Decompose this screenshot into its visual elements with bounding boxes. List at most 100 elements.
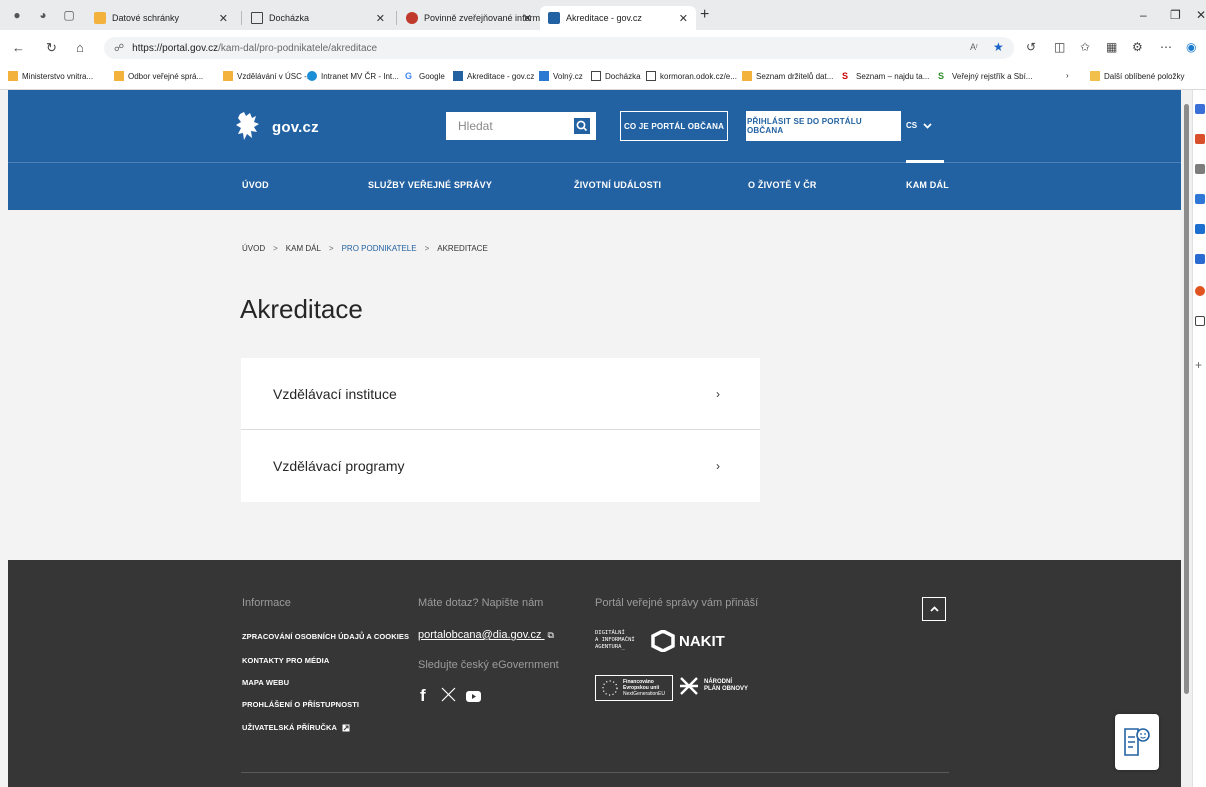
breadcrumb-link[interactable]: KAM DÁL — [286, 244, 321, 253]
favorite-link[interactable]: G Google — [405, 71, 445, 81]
back-icon[interactable]: ← — [12, 41, 25, 54]
new-tab-icon[interactable]: + — [700, 7, 709, 23]
close-tab-icon[interactable]: ✕ — [679, 12, 688, 25]
nav-item-zivotni-udalosti[interactable]: ŽIVOTNÍ UDÁLOSTI — [574, 180, 661, 190]
favorites-overflow-icon[interactable]: › — [1066, 71, 1069, 80]
dia-logo-line: DIGITÁLNÍ — [595, 630, 625, 636]
sidebar-app-icon[interactable] — [1195, 104, 1205, 114]
google-icon: G — [405, 71, 413, 81]
collections-icon[interactable]: ▦ — [1106, 40, 1117, 54]
nav-item-o-zivote[interactable]: O ŽIVOTĚ V ČR — [748, 180, 817, 190]
reload-icon[interactable]: ↻ — [46, 41, 57, 54]
footer-link-media[interactable]: KONTAKTY PRO MÉDIA — [242, 656, 329, 665]
gov-lion-icon — [453, 71, 463, 81]
browser-tab[interactable]: Povinně zveřejňované informace | ✕ — [398, 6, 540, 30]
favorite-link[interactable]: Odbor veřejné sprá... — [114, 71, 203, 81]
minimize-icon[interactable]: – — [1140, 8, 1147, 22]
eu-funding-logo[interactable]: Financováno Evropskou unií NextGeneratio… — [595, 675, 673, 701]
favorite-link[interactable]: Seznam držitelů dat... — [742, 71, 833, 81]
copy-icon[interactable]: ⧉ — [548, 630, 554, 641]
favorite-link[interactable]: Ministerstvo vnitra... — [8, 71, 93, 81]
help-assistant-button[interactable] — [1115, 714, 1159, 770]
youtube-icon[interactable] — [466, 689, 481, 707]
facebook-icon[interactable]: f — [420, 686, 426, 706]
extensions-icon[interactable]: ⚙ — [1132, 40, 1143, 54]
x-twitter-icon[interactable] — [441, 687, 456, 707]
sidebar-app-icon[interactable] — [1195, 254, 1205, 264]
nakit-logo[interactable]: NAKIT — [651, 630, 725, 652]
browser-tab[interactable]: Datové schránky ✕ — [86, 6, 236, 30]
nav-item-kam-dal[interactable]: KAM DÁL — [906, 180, 949, 190]
favorite-link[interactable]: S Seznam – najdu ta... — [842, 71, 929, 81]
favorite-link[interactable]: Docházka — [591, 71, 641, 81]
sidebar-app-icon[interactable] — [1195, 316, 1205, 326]
copilot-icon[interactable]: ◉ — [1186, 40, 1196, 54]
list-item-vzdelavaci-instituce[interactable]: Vzdělávací instituce › — [241, 358, 760, 430]
more-icon[interactable]: ⋯ — [1160, 40, 1172, 54]
address-bar[interactable]: ☍ https://portal.gov.cz/kam-dal/pro-podn… — [104, 37, 1014, 59]
breadcrumb-link[interactable]: ÚVOD — [242, 244, 265, 253]
sidebar-app-icon[interactable] — [1195, 134, 1205, 144]
home-icon[interactable]: ⌂ — [76, 41, 84, 54]
favorite-link[interactable]: Intranet MV ČR - Int... — [307, 71, 399, 81]
browser-tab-label: Akreditace - gov.cz — [566, 13, 642, 23]
restore-icon[interactable]: ❐ — [1170, 8, 1181, 22]
sidebar-app-icon[interactable] — [1195, 194, 1205, 204]
nav-item-sluzby[interactable]: SLUŽBY VEŘEJNÉ SPRÁVY — [368, 180, 492, 190]
document-icon — [646, 71, 656, 81]
page-scrollbar[interactable] — [1181, 90, 1192, 787]
nakit-hexagon-icon — [651, 630, 675, 652]
list-item-label: Vzdělávací instituce — [273, 386, 397, 402]
close-tab-icon[interactable]: ✕ — [376, 12, 385, 25]
about-portal-button[interactable]: CO JE PORTÁL OBČANA — [620, 111, 728, 141]
search-button[interactable] — [569, 113, 595, 139]
search-input[interactable] — [447, 113, 569, 139]
scrollbar-thumb[interactable] — [1184, 104, 1189, 694]
sharepoint-icon — [307, 71, 317, 81]
tab-actions-icon[interactable]: ▢ — [62, 8, 76, 22]
sidebar-app-icon[interactable] — [1195, 164, 1205, 174]
dia-logo[interactable]: DIGITÁLNÍ A INFORMAČNÍ AGENTURA_ — [595, 630, 635, 651]
footer-link-manual[interactable]: UŽIVATELSKÁ PŘÍRUČKA — [242, 723, 350, 732]
mail-icon — [223, 71, 233, 81]
favorite-link[interactable]: Volný.cz — [539, 71, 583, 81]
mail-icon — [114, 71, 124, 81]
breadcrumb-link[interactable]: PRO PODNIKATELE — [342, 244, 417, 253]
back-to-top-button[interactable] — [922, 597, 946, 621]
volny-icon — [539, 71, 549, 81]
footer-link-accessibility[interactable]: PROHLÁŠENÍ O PŘÍSTUPNOSTI — [242, 700, 359, 709]
nav-item-uvod[interactable]: ÚVOD — [242, 180, 269, 190]
favorite-star-icon[interactable]: ★ — [993, 40, 1004, 54]
sidebar-app-icon[interactable] — [1195, 286, 1205, 296]
add-sidebar-app-icon[interactable]: + — [1195, 359, 1205, 371]
profile-icon[interactable]: ● — [10, 8, 24, 22]
favorites-icon[interactable]: ✩ — [1080, 40, 1090, 54]
other-favorites-folder[interactable]: Další oblíbené položky — [1090, 71, 1185, 81]
favorite-label: Seznam držitelů dat... — [756, 71, 834, 81]
read-aloud-icon[interactable]: Aʳ — [970, 40, 978, 54]
split-screen-icon[interactable]: ◫ — [1054, 40, 1065, 54]
footer-link-sitemap[interactable]: MAPA WEBU — [242, 678, 289, 687]
browser-tab[interactable]: Docházka ✕ — [243, 6, 393, 30]
favorite-link[interactable]: S Veřejný rejstřík a Sbí... — [938, 71, 1032, 81]
outlook-icon[interactable] — [1195, 224, 1205, 234]
footer-email-link[interactable]: portalobcana@dia.gov.cz ⧉ — [418, 629, 554, 641]
favorite-link[interactable]: Akreditace - gov.cz — [453, 71, 534, 81]
site-logo[interactable]: gov.cz — [234, 110, 319, 144]
list-item-vzdelavaci-programy[interactable]: Vzdělávací programy › — [241, 430, 760, 502]
chevron-right-icon: › — [716, 459, 720, 473]
url-host: https://portal.gov.cz — [132, 42, 219, 54]
favorite-link[interactable]: Vzdělávání v ÚSC -... — [223, 71, 313, 81]
refresh-page-icon[interactable]: ↺ — [1026, 40, 1036, 54]
language-selector[interactable]: CS — [906, 121, 932, 130]
close-tab-icon[interactable]: ✕ — [523, 12, 532, 25]
login-button[interactable]: PŘIHLÁSIT SE DO PORTÁLU OBČANA — [746, 111, 901, 141]
favorite-link[interactable]: kormoran.odok.cz/e... — [646, 71, 737, 81]
workspaces-icon[interactable]: ◕ — [36, 8, 50, 22]
close-window-icon[interactable]: ✕ — [1196, 8, 1206, 22]
lock-icon[interactable]: ☍ — [114, 43, 124, 54]
npo-logo[interactable]: NÁRODNÍ PLÁN OBNOVY — [678, 675, 748, 697]
footer-link-privacy[interactable]: ZPRACOVÁNÍ OSOBNÍCH ÚDAJŮ A COOKIES — [242, 632, 409, 641]
close-tab-icon[interactable]: ✕ — [219, 12, 228, 25]
browser-tab-active[interactable]: Akreditace - gov.cz ✕ — [540, 6, 696, 30]
